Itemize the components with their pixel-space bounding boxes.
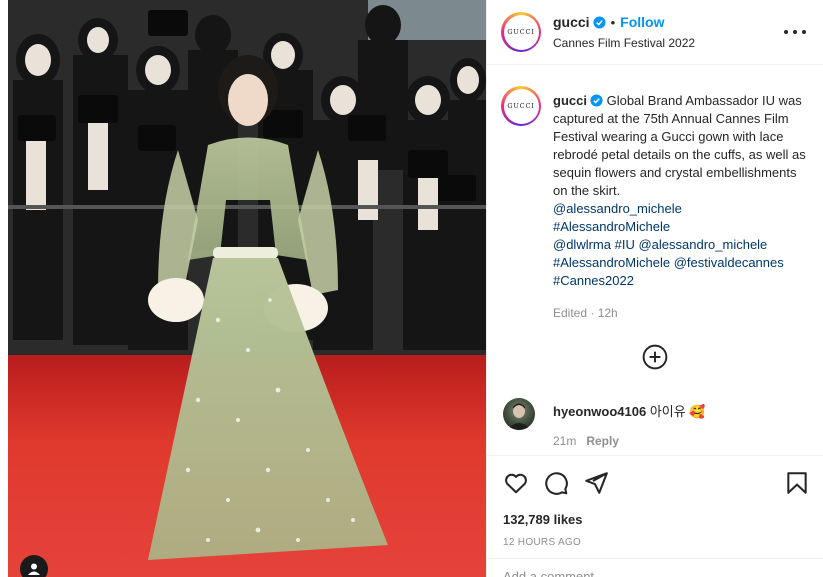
caption-username[interactable]: gucci — [553, 93, 587, 108]
actions-divider — [487, 455, 823, 456]
reply-button[interactable]: Reply — [586, 434, 619, 448]
post-timestamp: 12 HOURS AGO — [503, 537, 582, 548]
comment-input-divider — [487, 558, 823, 559]
tagged-users-icon[interactable] — [20, 555, 48, 577]
hashtag-link[interactable]: #Cannes2022 — [553, 272, 811, 290]
caption-meta: Edited · 12h — [553, 306, 618, 320]
comment-meta: 21m Reply — [553, 434, 619, 448]
verified-badge-icon — [590, 94, 603, 107]
comment-text: hyeonwoo4106 아이유 🥰 — [553, 401, 706, 420]
more-options-icon[interactable] — [784, 22, 806, 42]
commenter-username[interactable]: hyeonwoo4106 — [553, 404, 646, 419]
action-bar — [487, 462, 823, 502]
post-side-panel: GUCCI gucci • Follow Cannes Film Festival … — [486, 0, 823, 577]
post-photo[interactable] — [8, 0, 486, 577]
header-separator: • — [610, 15, 616, 30]
bookmark-icon[interactable] — [784, 470, 810, 496]
mention-link[interactable]: @alessandro_michele — [553, 200, 811, 218]
hashtag-link[interactable]: #IU — [615, 237, 635, 252]
likes-count[interactable]: 132,789 likes — [503, 512, 583, 527]
comment-item: hyeonwoo4106 아이유 🥰 21m Reply — [487, 392, 823, 452]
comment-body: 아이유 🥰 — [649, 404, 706, 419]
gown-figure — [148, 55, 388, 560]
share-icon[interactable] — [583, 470, 609, 496]
add-comment-input[interactable]: Add a comment... — [503, 569, 605, 577]
gucci-logo: GUCCI — [507, 102, 535, 110]
follow-button[interactable]: Follow — [620, 14, 664, 30]
comment-time: 21m — [553, 434, 577, 448]
mention-link[interactable]: @alessandro_michele — [638, 237, 767, 252]
caption-avatar[interactable]: GUCCI — [501, 86, 541, 126]
add-comment-bar: Add a comment... — [487, 560, 823, 577]
account-username[interactable]: gucci — [553, 14, 590, 30]
caption-body: Global Brand Ambassador IU was captured … — [553, 93, 806, 198]
mention-link[interactable]: @dlwlrma — [553, 237, 611, 252]
mention-link[interactable]: @festivaldecannes — [674, 255, 784, 270]
verified-badge-icon — [593, 16, 606, 29]
heart-icon[interactable] — [503, 470, 529, 496]
comment-icon[interactable] — [543, 470, 569, 496]
caption-block: GUCCI gucci Global Brand Ambassador IU w… — [487, 64, 823, 444]
hashtag-link[interactable]: #AlessandroMichele — [553, 255, 670, 270]
load-more-plus-icon[interactable] — [642, 344, 668, 370]
commenter-avatar[interactable] — [503, 398, 535, 430]
caption-text: gucci Global Brand Ambassador IU was cap… — [553, 92, 811, 290]
gucci-logo: GUCCI — [507, 28, 535, 36]
post-header: GUCCI gucci • Follow Cannes Film Festival … — [487, 0, 823, 64]
account-avatar[interactable]: GUCCI — [501, 12, 541, 52]
hashtag-link[interactable]: #AlessandroMichele — [553, 218, 811, 236]
location-link[interactable]: Cannes Film Festival 2022 — [553, 36, 695, 50]
